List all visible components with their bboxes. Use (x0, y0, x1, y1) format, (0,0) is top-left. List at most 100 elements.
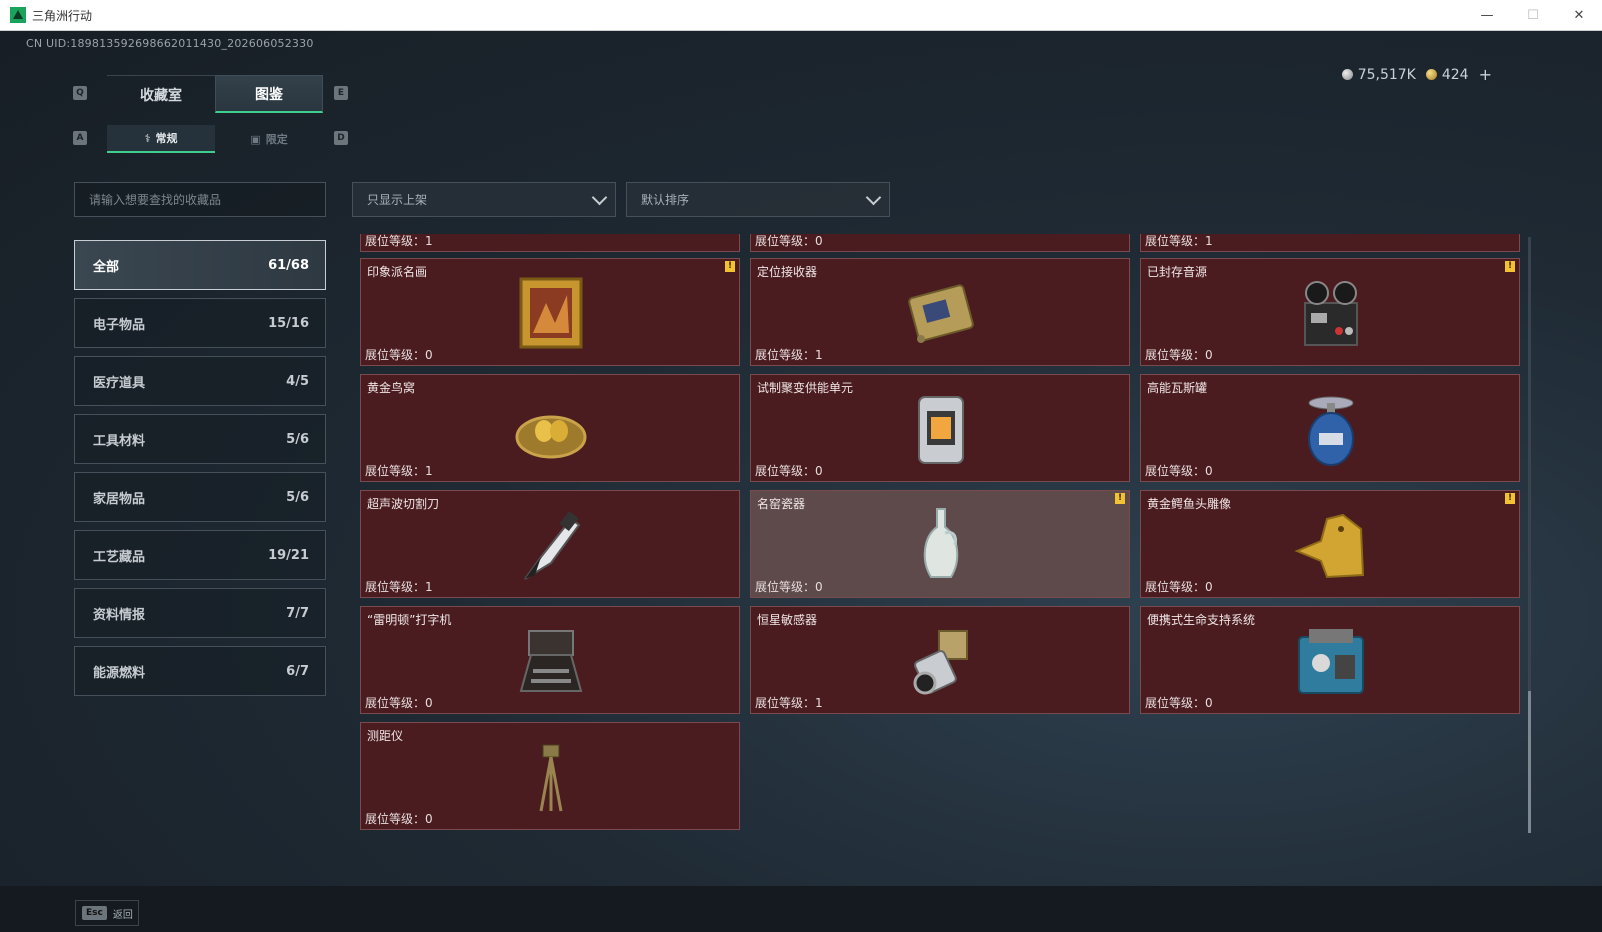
card-name: 超声波切割刀 (367, 497, 440, 511)
category-label: 家居物品 (93, 491, 146, 507)
subtab-regular[interactable]: ⚕ 常规 (107, 125, 215, 153)
card-name: 印象派名画 (367, 265, 428, 279)
warning-icon: ! (1505, 493, 1515, 504)
category-item[interactable]: 家居物品 5/6 (74, 472, 326, 522)
collection-card[interactable]: 名窑瓷器 ! 展位等级：0 (750, 490, 1130, 598)
collection-grid: 展位等级：1 展位等级：0 展位等级：1 印象派名画 ! 展位等级：0 定位接收… (360, 234, 1520, 881)
card-name: 名窑瓷器 (757, 497, 806, 511)
chevron-down-icon (591, 189, 608, 206)
silver-coin-icon (1341, 68, 1353, 80)
collection-card[interactable]: 印象派名画 ! 展位等级：0 (360, 258, 740, 366)
tab-collection-room[interactable]: 收藏室 (107, 75, 215, 113)
golden-nest-icon (515, 415, 587, 459)
collection-card[interactable]: 黄金鳄鱼头雕像 ! 展位等级：0 (1140, 490, 1520, 598)
player-uid: CN UID:1898135926986620114​30_2026060523… (26, 37, 314, 50)
card-level: 展位等级：1 (365, 464, 433, 478)
sort-dropdown[interactable]: 默认排序 (626, 182, 890, 217)
card-level: 展位等级：0 (755, 464, 823, 478)
shelf-filter-dropdown[interactable]: 只显示上架 (352, 182, 616, 217)
silver-balance: 75,517K (1341, 67, 1416, 83)
warning-icon: ! (1505, 261, 1515, 272)
collection-card[interactable]: 展位等级：0 (750, 234, 1130, 252)
fusion-cell-icon (918, 396, 964, 464)
collection-card[interactable]: 已封存音源 ! 展位等级：0 (1140, 258, 1520, 366)
esc-key-hint: Esc (82, 906, 107, 920)
subtab-regular-label: 常规 (155, 132, 178, 145)
maximize-button[interactable]: ☐ (1510, 0, 1556, 31)
sort-value: 默认排序 (641, 193, 690, 207)
minimize-button[interactable]: — (1464, 0, 1510, 31)
game-screen: CN UID:1898135926986620114​30_2026060523… (0, 31, 1602, 932)
key-hint-a: A (73, 131, 87, 145)
collection-card[interactable]: 测距仪 展位等级：0 (360, 722, 740, 830)
sub-tabs: ⚕ 常规 ▣ 限定 (107, 125, 323, 153)
card-level: 展位等级：0 (1145, 348, 1213, 362)
card-level: 展位等级：0 (755, 580, 823, 594)
card-level: 展位等级：0 (365, 348, 433, 362)
card-name: 便携式生命支持系统 (1147, 613, 1256, 627)
card-level: 展位等级：0 (1145, 580, 1213, 594)
category-label: 医疗道具 (93, 375, 146, 391)
app-logo-icon (10, 7, 26, 23)
card-level: 展位等级：0 (365, 812, 433, 826)
flask-icon: ⚕ (144, 131, 151, 145)
collection-card[interactable]: 试制聚变供能单元 展位等级：0 (750, 374, 1130, 482)
rangefinder-icon (539, 744, 563, 812)
category-count: 6/7 (286, 663, 309, 679)
gold-amount: 424 (1441, 66, 1469, 83)
shelf-filter-value: 只显示上架 (367, 193, 428, 207)
collection-card[interactable]: 黄金鸟窝 展位等级：1 (360, 374, 740, 482)
card-level: 展位等级：1 (755, 696, 823, 710)
chevron-down-icon (865, 189, 882, 206)
window-controls: — ☐ ✕ (1464, 0, 1602, 31)
collection-card[interactable]: 展位等级：1 (1140, 234, 1520, 252)
category-count: 5/6 (286, 431, 309, 447)
category-label: 电子物品 (93, 317, 146, 333)
collection-card[interactable]: “雷明顿”打字机 展位等级：0 (360, 606, 740, 714)
cutter-icon (524, 511, 581, 580)
category-item[interactable]: 工艺藏品 19/21 (74, 530, 326, 580)
category-count: 19/21 (268, 547, 309, 563)
collection-card[interactable]: 定位接收器 展位等级：1 (750, 258, 1130, 366)
collection-card[interactable]: 便携式生命支持系统 展位等级：0 (1140, 606, 1520, 714)
card-name: “雷明顿”打字机 (367, 613, 452, 627)
grid-scroll-thumb[interactable] (1528, 691, 1531, 833)
life-support-icon (1298, 629, 1364, 694)
collection-card[interactable]: 超声波切割刀 展位等级：1 (360, 490, 740, 598)
category-item[interactable]: 工具材料 5/6 (74, 414, 326, 464)
category-item[interactable]: 医疗道具 4/5 (74, 356, 326, 406)
category-item[interactable]: 能源燃料 6/7 (74, 646, 326, 696)
receiver-icon (908, 284, 974, 343)
footer-bar (0, 886, 1602, 932)
tab-catalog[interactable]: 图鉴 (215, 75, 323, 113)
tape-recorder-icon (1304, 281, 1358, 346)
back-button[interactable]: Esc 返回 (75, 900, 139, 926)
warning-icon: ! (1115, 493, 1125, 504)
card-name: 恒星敏感器 (757, 613, 818, 627)
card-level: 展位等级：1 (365, 580, 433, 594)
category-item[interactable]: 资料情报 7/7 (74, 588, 326, 638)
close-button[interactable]: ✕ (1556, 0, 1602, 31)
search-input[interactable]: 请输入想要查找的收藏品 (74, 182, 326, 217)
key-hint-d: D (334, 131, 348, 145)
category-count: 61/68 (268, 257, 309, 273)
collection-card[interactable]: 高能瓦斯罐 展位等级：0 (1140, 374, 1520, 482)
category-count: 4/5 (286, 373, 309, 389)
card-name: 黄金鳄鱼头雕像 (1147, 497, 1232, 511)
category-count: 7/7 (286, 605, 309, 621)
subtab-limited-label: 限定 (265, 133, 288, 146)
card-level: 展位等级：1 (365, 234, 433, 248)
key-hint-e: E (334, 86, 348, 100)
category-count: 5/6 (286, 489, 309, 505)
card-name: 已封存音源 (1147, 265, 1208, 279)
subtab-limited[interactable]: ▣ 限定 (215, 125, 323, 153)
add-currency-button[interactable]: + (1479, 65, 1492, 84)
collection-card[interactable]: 恒星敏感器 展位等级：1 (750, 606, 1130, 714)
category-count: 15/16 (268, 315, 309, 331)
category-item[interactable]: 全部 61/68 (74, 240, 326, 290)
key-hint-q: Q (73, 86, 87, 100)
card-level: 展位等级：0 (755, 234, 823, 248)
card-name: 高能瓦斯罐 (1147, 381, 1208, 395)
category-item[interactable]: 电子物品 15/16 (74, 298, 326, 348)
collection-card[interactable]: 展位等级：1 (360, 234, 740, 252)
